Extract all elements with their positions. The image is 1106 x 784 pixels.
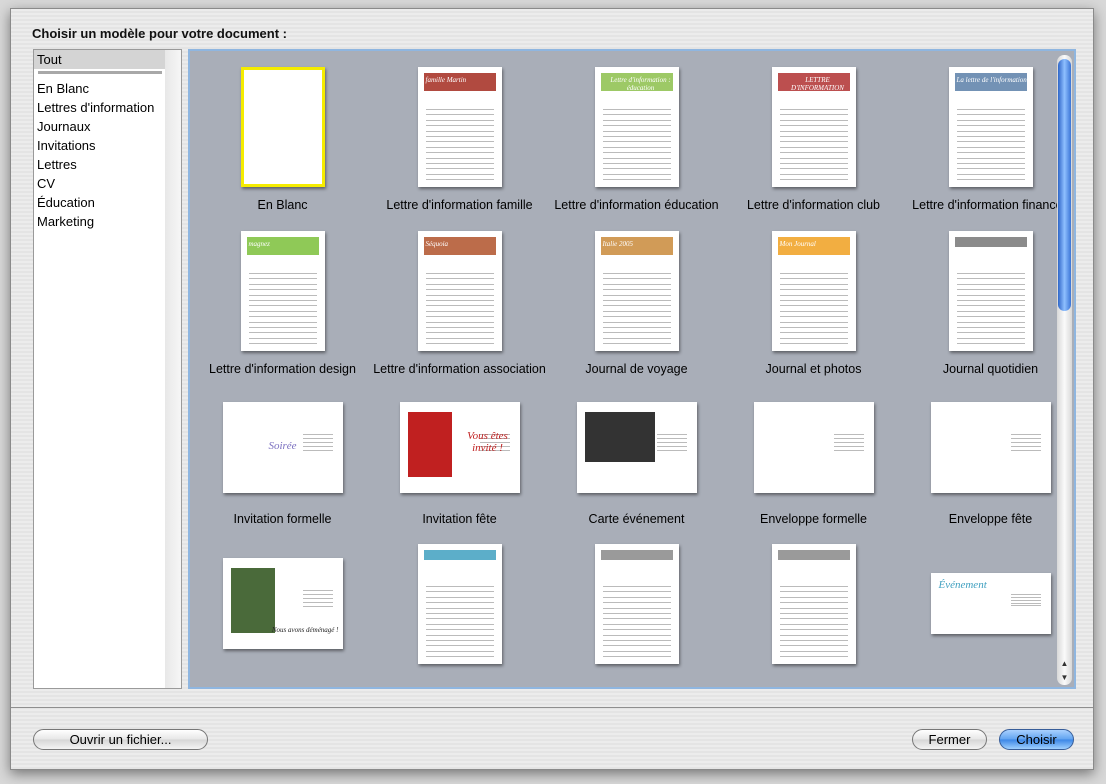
template-thumbnail[interactable]: [240, 67, 325, 187]
template-label: Carte événement: [588, 512, 685, 526]
template-tile[interactable]: Lettre d'information : éducation Lettre d…: [548, 67, 725, 227]
choose-button[interactable]: Choisir: [999, 729, 1074, 750]
category-item[interactable]: Éducation: [34, 193, 166, 212]
thumbnail-lettering: La lettre de l'information: [956, 76, 1027, 84]
template-chooser-dialog: Choisir un modèle pour votre document : …: [10, 8, 1094, 770]
template-grid[interactable]: En Blanc famille Martin Lettre d'informati…: [188, 49, 1076, 689]
scroll-down-arrow-icon[interactable]: ▼: [1057, 671, 1072, 685]
template-thumbnail[interactable]: Soirée: [222, 402, 343, 493]
template-tile[interactable]: La lettre de l'information Lettre d'infor…: [902, 67, 1074, 227]
thumbnail-lettering: LETTRE D'INFORMATION: [791, 76, 844, 92]
template-thumbnail[interactable]: [417, 544, 502, 664]
thumbnail-lettering: Soirée: [268, 440, 297, 452]
template-label: Lettre d'information design: [209, 362, 356, 376]
category-item[interactable]: En Blanc: [34, 79, 166, 98]
thumbnail-lettering: Événement: [938, 579, 987, 591]
open-file-button[interactable]: Ouvrir un fichier...: [33, 729, 208, 750]
template-tile[interactable]: En Blanc: [194, 67, 371, 227]
template-thumbnail[interactable]: Nous avons déménagé !: [222, 558, 343, 649]
template-label: Invitation formelle: [233, 512, 332, 526]
template-label: Enveloppe formelle: [759, 512, 867, 526]
template-tile[interactable]: Carte événement: [548, 395, 725, 555]
template-label: Lettre d'information finances: [912, 198, 1069, 212]
template-thumbnail[interactable]: [753, 402, 874, 493]
template-thumbnail[interactable]: La lettre de l'information: [948, 67, 1033, 187]
dialog-title: Choisir un modèle pour votre document :: [32, 26, 287, 41]
template-thumbnail[interactable]: Italie 2005: [594, 231, 679, 351]
category-separator: [38, 71, 162, 74]
template-tile[interactable]: [371, 544, 548, 687]
template-scrollbar[interactable]: ▲ ▼: [1057, 55, 1072, 685]
category-item[interactable]: Marketing: [34, 212, 166, 231]
template-label: Invitation fête: [422, 512, 497, 526]
template-thumbnail[interactable]: [948, 231, 1033, 351]
template-label: Journal et photos: [765, 362, 862, 376]
template-thumbnail[interactable]: famille Martin: [417, 67, 502, 187]
category-item[interactable]: Journaux: [34, 117, 166, 136]
category-item[interactable]: CV: [34, 174, 166, 193]
template-thumbnail[interactable]: magnez: [240, 231, 325, 351]
template-label: En Blanc: [257, 198, 308, 212]
template-thumbnail[interactable]: Événement: [930, 573, 1051, 634]
template-tile[interactable]: Nous avons déménagé !: [194, 558, 371, 687]
scroll-thumb[interactable]: [1058, 59, 1071, 311]
category-list[interactable]: Tout En Blanc Lettres d'information Journa…: [33, 49, 182, 689]
template-label: Enveloppe fête: [948, 512, 1033, 526]
template-thumbnail[interactable]: Vous êtes invité !: [399, 402, 520, 493]
thumbnail-lettering: Vous êtes invité !: [467, 430, 508, 454]
template-tile[interactable]: Mon Journal Journal et photos: [725, 231, 902, 391]
template-thumbnail[interactable]: [576, 402, 697, 493]
template-label: Lettre d'information association: [373, 362, 546, 376]
template-label: Lettre d'information famille: [386, 198, 533, 212]
template-thumbnail[interactable]: Séquoia: [417, 231, 502, 351]
template-tile[interactable]: Séquoia Lettre d'information association: [371, 231, 548, 391]
template-tile[interactable]: LETTRE D'INFORMATION Lettre d'information…: [725, 67, 902, 227]
category-item[interactable]: Lettres d'information: [34, 98, 166, 117]
category-item[interactable]: Lettres: [34, 155, 166, 174]
template-thumbnail[interactable]: Mon Journal: [771, 231, 856, 351]
template-tile[interactable]: Enveloppe fête: [902, 395, 1074, 555]
thumbnail-lettering: Nous avons déménagé !: [271, 626, 339, 634]
category-all[interactable]: Tout: [34, 50, 166, 69]
template-tile[interactable]: [548, 544, 725, 687]
template-tile[interactable]: Enveloppe formelle: [725, 395, 902, 555]
category-item[interactable]: Invitations: [34, 136, 166, 155]
template-tile[interactable]: Vous êtes invité ! Invitation fête: [371, 395, 548, 555]
template-thumbnail[interactable]: [594, 544, 679, 664]
template-tile[interactable]: [725, 544, 902, 687]
thumbnail-lettering: famille Martin: [425, 76, 467, 84]
category-scrollbar[interactable]: [165, 50, 181, 688]
template-tile[interactable]: Événement: [902, 559, 1074, 687]
thumbnail-lettering: Lettre d'information : éducation: [610, 76, 671, 92]
template-thumbnail[interactable]: LETTRE D'INFORMATION: [771, 67, 856, 187]
template-tile[interactable]: Journal quotidien: [902, 231, 1074, 391]
template-tile[interactable]: Soirée Invitation formelle: [194, 395, 371, 555]
template-label: Lettre d'information éducation: [554, 198, 719, 212]
template-tile[interactable]: magnez Lettre d'information design: [194, 231, 371, 391]
template-tile[interactable]: Italie 2005 Journal de voyage: [548, 231, 725, 391]
scroll-up-arrow-icon[interactable]: ▲: [1057, 657, 1072, 671]
thumbnail-lettering: magnez: [248, 240, 270, 248]
template-thumbnail[interactable]: [771, 544, 856, 664]
close-button[interactable]: Fermer: [912, 729, 987, 750]
template-thumbnail[interactable]: Lettre d'information : éducation: [594, 67, 679, 187]
thumbnail-lettering: Mon Journal: [779, 240, 816, 248]
thumbnail-lettering: Italie 2005: [602, 240, 634, 248]
footer-divider: [11, 707, 1093, 708]
thumbnail-lettering: Séquoia: [425, 240, 449, 248]
template-label: Journal de voyage: [585, 362, 688, 376]
template-tile[interactable]: famille Martin Lettre d'information famil…: [371, 67, 548, 227]
template-label: Journal quotidien: [942, 362, 1039, 376]
template-label: Lettre d'information club: [746, 198, 880, 212]
template-thumbnail[interactable]: [930, 402, 1051, 493]
